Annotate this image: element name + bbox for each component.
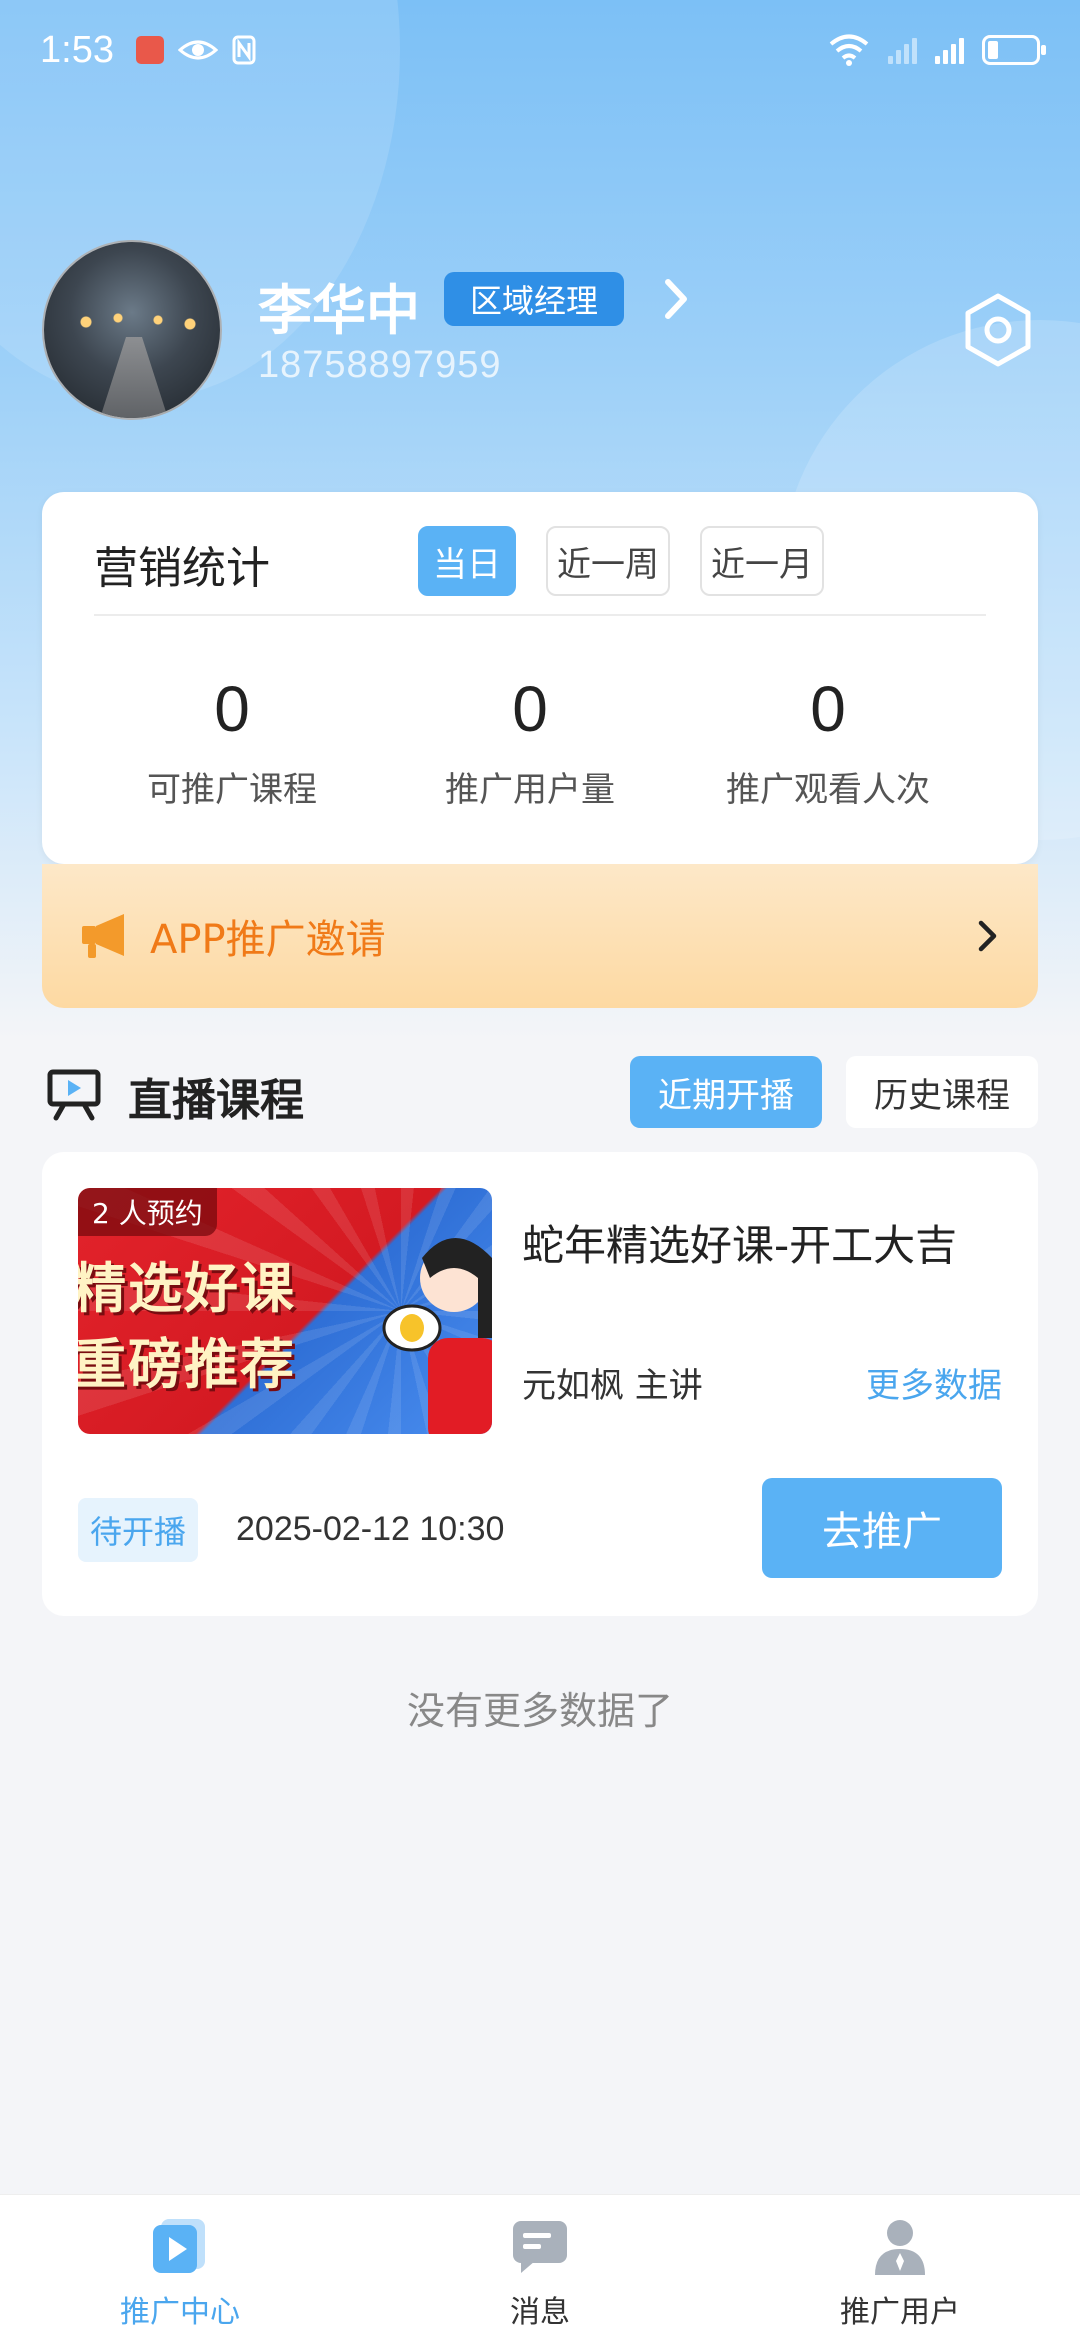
course-title[interactable]: 蛇年精选好课-开工大吉 [522,1212,957,1273]
status-time: 1:53 [40,28,114,71]
message-icon [513,2221,567,2273]
tab-recent-live[interactable]: 近期开播 [630,1056,822,1128]
stats-divider [94,614,986,616]
profile-chevron-icon[interactable] [656,276,696,322]
promoter-illustration [382,1238,492,1434]
bottom-nav: 推广中心 消息 推广用户 [0,2194,1080,2340]
marketing-stats-card: 营销统计 当日 近一周 近一月 0 可推广课程 0 推广用户量 0 推广观看人次 [42,492,1038,864]
reserve-badge: 2 人预约 [78,1188,217,1236]
stat-value: 0 [214,673,250,745]
stat-users: 0 推广用户量 [380,672,680,811]
stat-courses: 0 可推广课程 [82,672,382,811]
eye-icon [177,40,218,60]
stat-label: 推广观看人次 [726,770,930,810]
profile-phone: 18758897959 [258,344,502,386]
promote-button[interactable]: 去推广 [762,1478,1002,1578]
lecturer: 元如枫 主讲 [522,1366,703,1406]
period-tab-today[interactable]: 当日 [418,526,516,596]
stat-value: 0 [810,673,846,745]
nav-label: 推广中心 [120,2295,240,2330]
nav-label: 消息 [510,2295,570,2330]
profile-name: 李华中 [258,279,420,342]
section-title: 直播课程 [128,1075,304,1126]
cover-line1: 精选好课 [78,1257,296,1320]
nav-promotion-center[interactable]: 推广中心 [0,2195,360,2340]
role-badge: 区域经理 [444,272,625,326]
megaphone-icon [82,914,124,958]
app-invite-banner[interactable]: APP推广邀请 [42,864,1038,1008]
signal-sim2-icon [935,36,964,64]
stat-views: 0 推广观看人次 [678,672,978,811]
stat-label: 可推广课程 [147,770,317,810]
stat-label: 推广用户量 [445,770,615,810]
wifi-icon [829,34,869,66]
avatar[interactable] [42,240,222,420]
course-card[interactable]: 精选好课 重磅推荐 2 人预约 蛇年精选好课-开工大吉 元如枫 主讲 更多数据 … [42,1152,1038,1616]
user-icon [875,2220,925,2275]
nav-messages[interactable]: 消息 [360,2195,720,2340]
live-course-icon [47,1069,101,1121]
stat-value: 0 [512,673,548,745]
nfc-icon [232,35,256,65]
tab-history-courses[interactable]: 历史课程 [846,1056,1038,1128]
signal-sim1-icon [888,36,917,64]
play-icon [153,2219,205,2273]
app-notification-icon [135,36,164,64]
course-time: 2025-02-12 10:30 [236,1510,505,1548]
nav-label: 推广用户 [840,2295,960,2330]
settings-icon[interactable] [962,292,1034,368]
status-bar: 1:53 [0,0,1080,100]
no-more-data: 没有更多数据了 [406,1689,673,1733]
stats-title: 营销统计 [94,543,270,594]
nav-promoted-users[interactable]: 推广用户 [720,2195,1080,2340]
cover-line2: 重磅推荐 [78,1333,296,1396]
chevron-right-icon [978,920,997,952]
more-data-link[interactable]: 更多数据 [866,1358,1002,1407]
period-tab-week[interactable]: 近一周 [546,526,670,596]
period-tab-month[interactable]: 近一月 [700,526,824,596]
battery-icon [982,35,1046,65]
status-badge: 待开播 [78,1498,199,1562]
invite-label: APP推广邀请 [150,917,386,963]
course-thumbnail[interactable]: 精选好课 重磅推荐 2 人预约 [78,1188,492,1434]
